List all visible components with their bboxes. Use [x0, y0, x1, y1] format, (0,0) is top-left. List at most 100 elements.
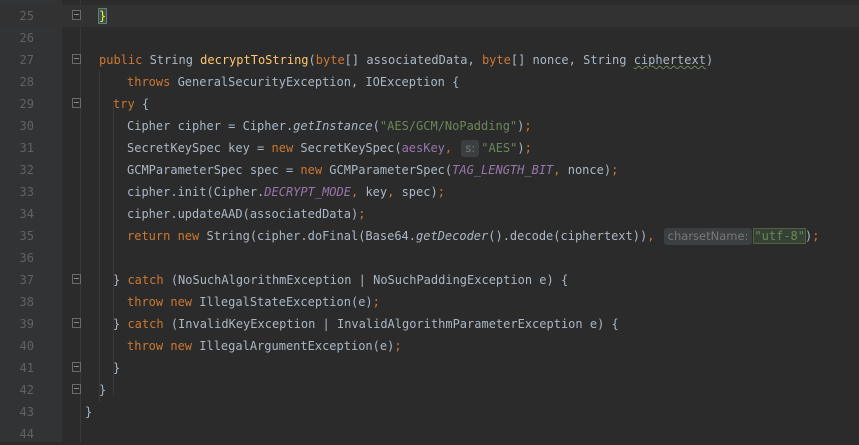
line-number[interactable]: 36	[0, 247, 34, 269]
code-line[interactable]: 37} catch (NoSuchAlgorithmException | No…	[0, 269, 859, 291]
line-number[interactable]: 30	[0, 115, 34, 137]
code-token: spec)	[401, 185, 438, 199]
code-token: ,	[350, 185, 366, 199]
line-number[interactable]: 29	[0, 93, 34, 115]
fold-toggle-icon[interactable]	[72, 318, 81, 328]
fold-toggle-icon[interactable]	[72, 362, 81, 372]
code-text[interactable]: SecretKeySpec key = new SecretKeySpec(ae…	[127, 137, 532, 159]
line-number[interactable]: 33	[0, 181, 34, 203]
line-number[interactable]: 41	[0, 357, 34, 379]
code-token: byte	[315, 53, 345, 67]
code-line[interactable]: 38 throw new IllegalStateException(e);	[0, 291, 859, 313]
code-token: )	[517, 141, 525, 155]
code-text[interactable]: throws GeneralSecurityException, IOExcep…	[127, 71, 459, 93]
code-line[interactable]: 36	[0, 247, 859, 269]
code-token: )	[705, 53, 714, 67]
code-token: aesKey	[401, 141, 445, 155]
code-line[interactable]: 26	[0, 27, 859, 49]
code-token: "AES/GCM/NoPadding"	[379, 119, 518, 133]
line-number[interactable]: 34	[0, 203, 34, 225]
code-line[interactable]: 33 cipher.init(Cipher.DECRYPT_MODE, key, …	[0, 181, 859, 203]
fold-toggle-icon[interactable]	[72, 54, 81, 64]
code-token: ciphertext	[633, 53, 706, 67]
code-token: cipher.updateAAD(associatedData)	[127, 207, 359, 221]
fold-toggle-icon[interactable]	[72, 274, 81, 284]
line-number[interactable]: 37	[0, 269, 34, 291]
code-token: catch	[127, 273, 171, 287]
fold-toggle-icon[interactable]	[72, 384, 81, 394]
code-token: throws	[127, 75, 178, 89]
code-editor[interactable]: 25} 26 27 public String decryptToString(byt…	[0, 0, 859, 442]
code-token: DECRYPT_MODE	[264, 185, 351, 199]
code-token: getInstance	[293, 119, 373, 133]
code-line[interactable]: 40 throw new IllegalArgumentException(e);	[0, 335, 859, 357]
line-number[interactable]: 38	[0, 291, 34, 313]
code-text[interactable]: Cipher cipher = Cipher.getInstance("AES/…	[127, 115, 532, 137]
code-token: "AES"	[481, 141, 518, 155]
code-token: (NoSuchAlgorithmException | NoSuchPaddin…	[170, 273, 569, 287]
code-token: new	[271, 141, 301, 155]
code-text[interactable]: }	[85, 401, 92, 423]
fold-toggle-icon[interactable]	[72, 10, 81, 20]
code-text[interactable]: public String decryptToString(byte[] ass…	[99, 49, 713, 71]
code-text[interactable]: GCMParameterSpec spec = new GCMParameter…	[127, 159, 618, 181]
code-token: throw new	[127, 339, 200, 353]
code-token: ;	[524, 119, 532, 133]
line-number[interactable]: 26	[0, 27, 34, 49]
code-line[interactable]: 32 GCMParameterSpec spec = new GCMParamet…	[0, 159, 859, 181]
code-text[interactable]: }	[97, 5, 108, 27]
line-number[interactable]: 43	[0, 401, 34, 423]
code-token: ;	[437, 185, 445, 199]
code-line[interactable]: 35 return new String(cipher.doFinal(Base6…	[0, 225, 859, 247]
code-token: "utf-8"	[753, 228, 806, 244]
code-text[interactable]: } catch (NoSuchAlgorithmException | NoSu…	[113, 269, 568, 291]
code-line[interactable]: 43}	[0, 401, 859, 423]
code-token: TAG_LENGTH_BIT	[452, 163, 554, 177]
line-number[interactable]: 32	[0, 159, 34, 181]
code-line[interactable]: 31 SecretKeySpec key = new SecretKeySpec(…	[0, 137, 859, 159]
code-line[interactable]: 34 cipher.updateAAD(associatedData);	[0, 203, 859, 225]
line-number[interactable]: 35	[0, 225, 34, 247]
parameter-hint: s:	[461, 140, 480, 157]
code-line[interactable]: 29 try {	[0, 93, 859, 115]
code-token: }	[97, 8, 108, 24]
code-line[interactable]: 28 throws GeneralSecurityException, IOExc…	[0, 71, 859, 93]
code-text[interactable]: }	[113, 357, 120, 379]
code-text[interactable]: }	[99, 379, 106, 401]
line-number[interactable]: 31	[0, 137, 34, 159]
code-token: }	[113, 273, 128, 287]
code-line[interactable]: 30 Cipher cipher = Cipher.getInstance("AE…	[0, 115, 859, 137]
code-token: catch	[127, 317, 171, 331]
code-line[interactable]: 41}	[0, 357, 859, 379]
code-text[interactable]: cipher.updateAAD(associatedData);	[127, 203, 365, 225]
code-token: GCMParameterSpec spec =	[127, 163, 301, 177]
line-number[interactable]: 40	[0, 335, 34, 357]
line-number[interactable]: 28	[0, 71, 34, 93]
code-token: GeneralSecurityException, IOException {	[177, 75, 460, 89]
code-line[interactable]: 27 public String decryptToString(byte[] a…	[0, 49, 859, 71]
code-line[interactable]: 39 } catch (InvalidKeyException | Invalid…	[0, 313, 859, 335]
code-text[interactable]: cipher.init(Cipher.DECRYPT_MODE, key, sp…	[127, 181, 445, 203]
code-token: try	[113, 97, 142, 111]
code-token: GCMParameterSpec(	[329, 163, 453, 177]
code-text[interactable]: } catch (InvalidKeyException | InvalidAl…	[113, 313, 619, 335]
code-text[interactable]: try {	[113, 93, 149, 115]
code-text[interactable]: throw new IllegalStateException(e);	[127, 291, 380, 313]
code-token: throw new	[127, 295, 200, 309]
code-token: ;	[394, 339, 402, 353]
code-token: ;	[812, 229, 820, 243]
code-line[interactable]: 25}	[0, 5, 859, 27]
code-line[interactable]: 42}	[0, 379, 859, 401]
code-text[interactable]: throw new IllegalArgumentException(e);	[127, 335, 402, 357]
code-token: decryptToString	[200, 53, 309, 67]
code-token: nonce)	[567, 163, 612, 177]
line-number[interactable]: 27	[0, 49, 34, 71]
code-token: return new	[127, 229, 207, 243]
line-number[interactable]: 42	[0, 379, 34, 401]
code-token: ,	[647, 229, 662, 243]
line-number[interactable]: 25	[0, 5, 34, 27]
fold-toggle-icon[interactable]	[72, 98, 81, 108]
line-number[interactable]: 39	[0, 313, 34, 335]
code-token: [] nonce, String	[510, 53, 634, 67]
code-text[interactable]: return new String(cipher.doFinal(Base64.…	[127, 225, 819, 247]
